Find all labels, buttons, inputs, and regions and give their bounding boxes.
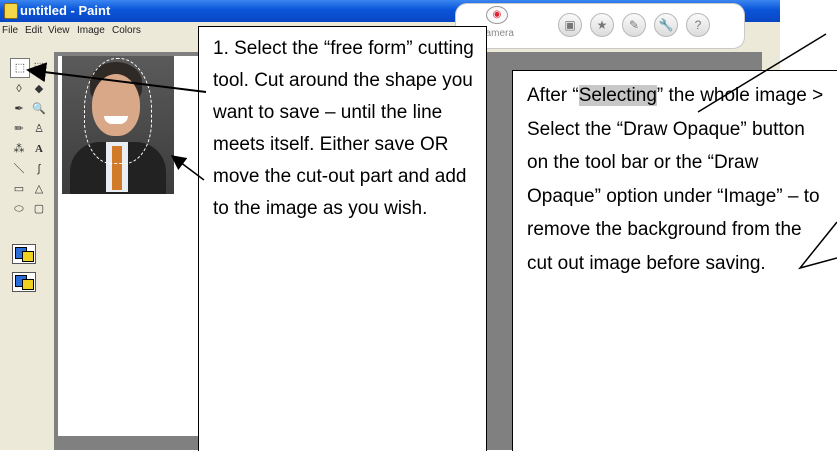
pointer-line-selecting <box>697 33 827 113</box>
arrow-to-free-form-tool <box>26 62 207 93</box>
arrow-to-photo <box>170 155 205 181</box>
pointer-wedge <box>797 221 837 270</box>
annotation-arrows <box>26 33 837 270</box>
